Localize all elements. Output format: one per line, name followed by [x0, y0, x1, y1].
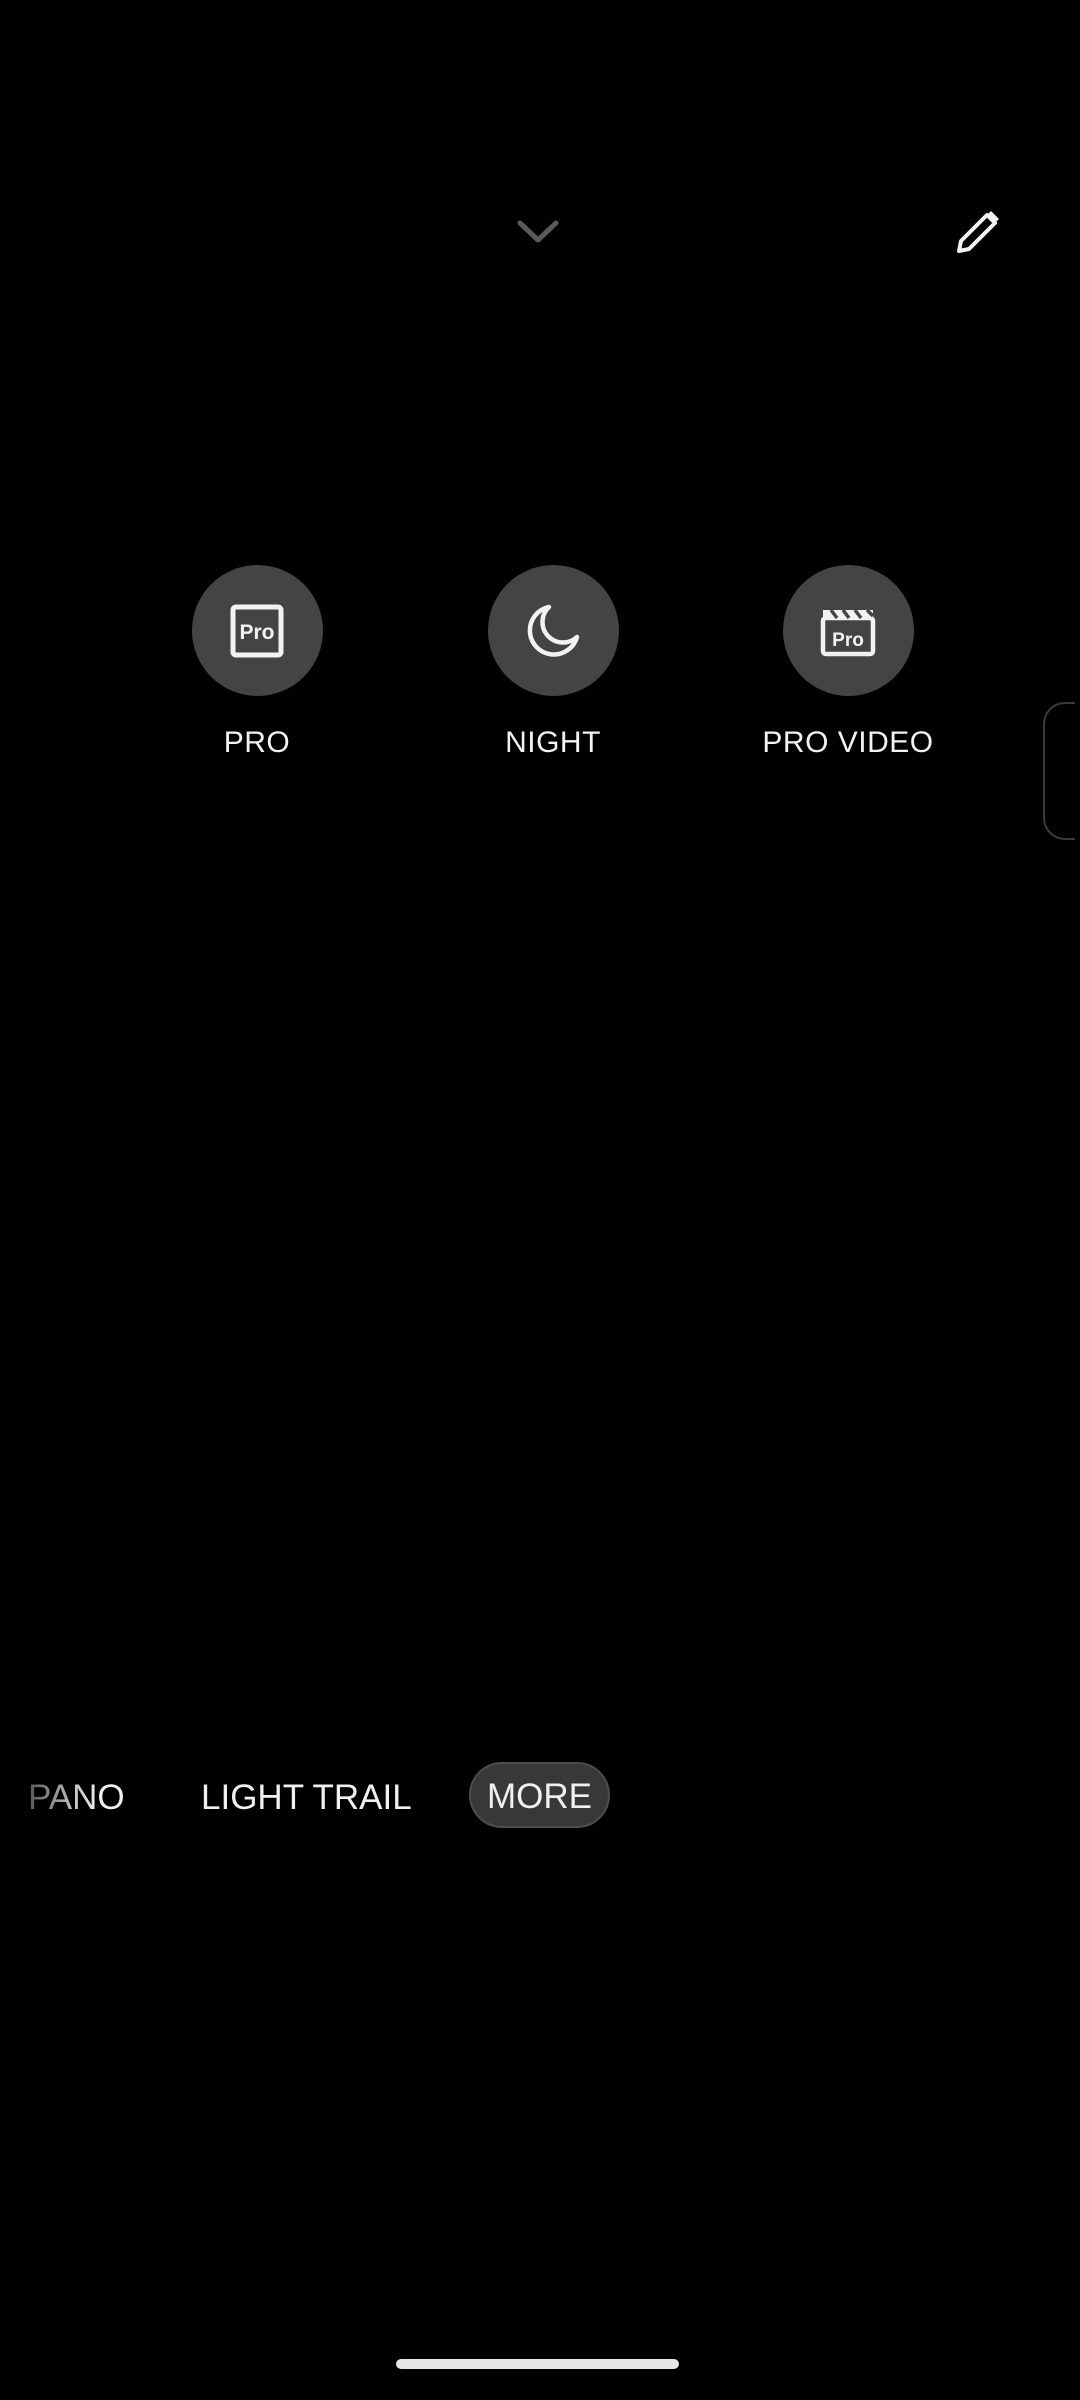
camera-modes-grid: Pro PRO NIGHT Pro PRO VIDEO [0, 565, 1080, 765]
collapse-button[interactable] [510, 212, 566, 252]
mode-pro[interactable]: Pro PRO [147, 565, 367, 760]
home-indicator[interactable] [396, 2359, 679, 2369]
mode-pro-video[interactable]: Pro PRO VIDEO [738, 565, 958, 760]
mode-strip-item-light-trail[interactable]: LIGHT TRAIL [201, 1762, 412, 1834]
mode-strip-item-pano[interactable]: PANO [28, 1762, 125, 1834]
pro-icon: Pro [230, 604, 284, 657]
mode-strip-item-more-selected[interactable]: MORE [469, 1762, 610, 1828]
pro-video-clapper-icon: Pro [820, 608, 876, 656]
edit-modes-button[interactable] [946, 200, 1010, 264]
mode-night-label: NIGHT [505, 726, 601, 759]
mode-pro-video-label: PRO VIDEO [762, 726, 934, 759]
chevron-down-icon [517, 220, 559, 243]
mode-night-circle[interactable] [487, 565, 619, 696]
svg-text:Pro: Pro [832, 630, 864, 651]
mode-selector-strip: PANO LIGHT TRAIL MORE [0, 1762, 1080, 1834]
pencil-icon [957, 211, 999, 253]
moon-icon [527, 604, 580, 657]
svg-text:Pro: Pro [239, 621, 274, 644]
edge-panel-handle[interactable] [1043, 702, 1075, 840]
mode-night[interactable]: NIGHT [443, 565, 663, 760]
mode-pro-video-circle[interactable]: Pro [782, 565, 914, 696]
mode-pro-circle[interactable]: Pro [191, 565, 323, 696]
mode-pro-label: PRO [223, 726, 291, 759]
